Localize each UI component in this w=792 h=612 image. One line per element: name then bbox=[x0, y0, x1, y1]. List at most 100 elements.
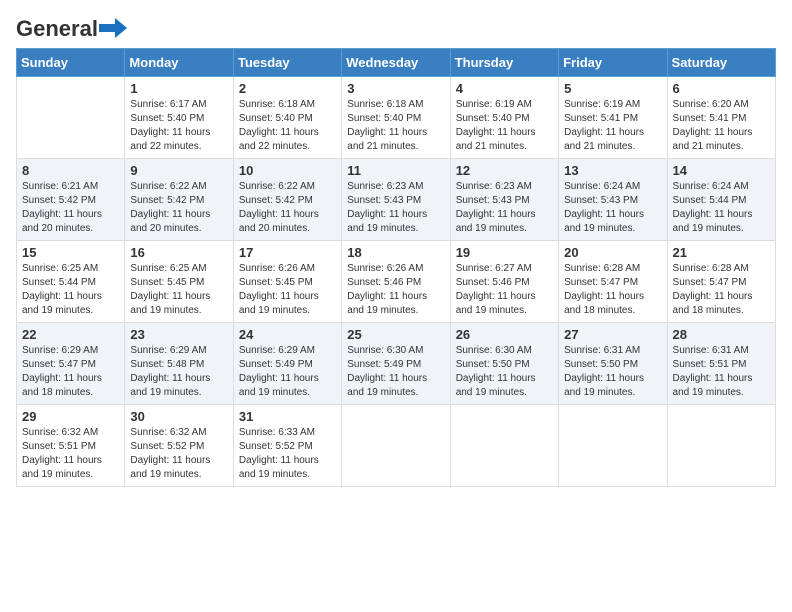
day-info: Sunrise: 6:29 AM Sunset: 5:49 PM Dayligh… bbox=[239, 344, 336, 400]
calendar-cell: 6 Sunrise: 6:20 AM Sunset: 5:41 PM Dayli… bbox=[667, 77, 775, 159]
calendar-cell: 16 Sunrise: 6:25 AM Sunset: 5:45 PM Dayl… bbox=[125, 241, 233, 323]
day-number: 10 bbox=[239, 163, 336, 178]
day-number: 25 bbox=[347, 327, 444, 342]
calendar-cell: 15 Sunrise: 6:25 AM Sunset: 5:44 PM Dayl… bbox=[17, 241, 125, 323]
day-number: 3 bbox=[347, 81, 444, 96]
day-info: Sunrise: 6:31 AM Sunset: 5:50 PM Dayligh… bbox=[564, 344, 661, 400]
calendar-header-row: SundayMondayTuesdayWednesdayThursdayFrid… bbox=[17, 49, 776, 77]
day-number: 5 bbox=[564, 81, 661, 96]
calendar-cell bbox=[559, 405, 667, 487]
day-info: Sunrise: 6:27 AM Sunset: 5:46 PM Dayligh… bbox=[456, 262, 553, 318]
calendar-cell: 1 Sunrise: 6:17 AM Sunset: 5:40 PM Dayli… bbox=[125, 77, 233, 159]
day-number: 24 bbox=[239, 327, 336, 342]
day-number: 21 bbox=[673, 245, 770, 260]
day-number: 14 bbox=[673, 163, 770, 178]
calendar-cell: 2 Sunrise: 6:18 AM Sunset: 5:40 PM Dayli… bbox=[233, 77, 341, 159]
day-number: 13 bbox=[564, 163, 661, 178]
day-number: 30 bbox=[130, 409, 227, 424]
calendar-cell: 30 Sunrise: 6:32 AM Sunset: 5:52 PM Dayl… bbox=[125, 405, 233, 487]
calendar-cell: 8 Sunrise: 6:21 AM Sunset: 5:42 PM Dayli… bbox=[17, 159, 125, 241]
calendar-cell: 17 Sunrise: 6:26 AM Sunset: 5:45 PM Dayl… bbox=[233, 241, 341, 323]
day-info: Sunrise: 6:30 AM Sunset: 5:49 PM Dayligh… bbox=[347, 344, 444, 400]
day-info: Sunrise: 6:29 AM Sunset: 5:48 PM Dayligh… bbox=[130, 344, 227, 400]
day-info: Sunrise: 6:29 AM Sunset: 5:47 PM Dayligh… bbox=[22, 344, 119, 400]
calendar-cell: 27 Sunrise: 6:31 AM Sunset: 5:50 PM Dayl… bbox=[559, 323, 667, 405]
calendar-cell: 24 Sunrise: 6:29 AM Sunset: 5:49 PM Dayl… bbox=[233, 323, 341, 405]
calendar-week-row: 22 Sunrise: 6:29 AM Sunset: 5:47 PM Dayl… bbox=[17, 323, 776, 405]
day-number: 23 bbox=[130, 327, 227, 342]
day-number: 20 bbox=[564, 245, 661, 260]
day-info: Sunrise: 6:25 AM Sunset: 5:44 PM Dayligh… bbox=[22, 262, 119, 318]
day-info: Sunrise: 6:24 AM Sunset: 5:44 PM Dayligh… bbox=[673, 180, 770, 236]
calendar-cell: 3 Sunrise: 6:18 AM Sunset: 5:40 PM Dayli… bbox=[342, 77, 450, 159]
day-of-week-header: Wednesday bbox=[342, 49, 450, 77]
day-info: Sunrise: 6:22 AM Sunset: 5:42 PM Dayligh… bbox=[239, 180, 336, 236]
calendar-cell: 19 Sunrise: 6:27 AM Sunset: 5:46 PM Dayl… bbox=[450, 241, 558, 323]
day-number: 27 bbox=[564, 327, 661, 342]
calendar-cell bbox=[667, 405, 775, 487]
day-number: 8 bbox=[22, 163, 119, 178]
logo-arrow-icon bbox=[99, 18, 127, 38]
calendar-cell: 23 Sunrise: 6:29 AM Sunset: 5:48 PM Dayl… bbox=[125, 323, 233, 405]
calendar-cell: 26 Sunrise: 6:30 AM Sunset: 5:50 PM Dayl… bbox=[450, 323, 558, 405]
day-info: Sunrise: 6:23 AM Sunset: 5:43 PM Dayligh… bbox=[347, 180, 444, 236]
day-of-week-header: Monday bbox=[125, 49, 233, 77]
calendar-cell: 22 Sunrise: 6:29 AM Sunset: 5:47 PM Dayl… bbox=[17, 323, 125, 405]
calendar-week-row: 29 Sunrise: 6:32 AM Sunset: 5:51 PM Dayl… bbox=[17, 405, 776, 487]
calendar-cell bbox=[450, 405, 558, 487]
day-info: Sunrise: 6:28 AM Sunset: 5:47 PM Dayligh… bbox=[564, 262, 661, 318]
day-info: Sunrise: 6:18 AM Sunset: 5:40 PM Dayligh… bbox=[239, 98, 336, 154]
day-info: Sunrise: 6:18 AM Sunset: 5:40 PM Dayligh… bbox=[347, 98, 444, 154]
calendar-cell: 12 Sunrise: 6:23 AM Sunset: 5:43 PM Dayl… bbox=[450, 159, 558, 241]
day-info: Sunrise: 6:24 AM Sunset: 5:43 PM Dayligh… bbox=[564, 180, 661, 236]
calendar-week-row: 1 Sunrise: 6:17 AM Sunset: 5:40 PM Dayli… bbox=[17, 77, 776, 159]
day-number: 19 bbox=[456, 245, 553, 260]
day-info: Sunrise: 6:33 AM Sunset: 5:52 PM Dayligh… bbox=[239, 426, 336, 482]
calendar-week-row: 8 Sunrise: 6:21 AM Sunset: 5:42 PM Dayli… bbox=[17, 159, 776, 241]
calendar-cell: 13 Sunrise: 6:24 AM Sunset: 5:43 PM Dayl… bbox=[559, 159, 667, 241]
calendar-cell: 5 Sunrise: 6:19 AM Sunset: 5:41 PM Dayli… bbox=[559, 77, 667, 159]
day-number: 6 bbox=[673, 81, 770, 96]
calendar-cell: 11 Sunrise: 6:23 AM Sunset: 5:43 PM Dayl… bbox=[342, 159, 450, 241]
calendar-week-row: 15 Sunrise: 6:25 AM Sunset: 5:44 PM Dayl… bbox=[17, 241, 776, 323]
calendar-cell: 20 Sunrise: 6:28 AM Sunset: 5:47 PM Dayl… bbox=[559, 241, 667, 323]
calendar-cell: 18 Sunrise: 6:26 AM Sunset: 5:46 PM Dayl… bbox=[342, 241, 450, 323]
calendar-cell bbox=[17, 77, 125, 159]
day-info: Sunrise: 6:32 AM Sunset: 5:52 PM Dayligh… bbox=[130, 426, 227, 482]
day-info: Sunrise: 6:30 AM Sunset: 5:50 PM Dayligh… bbox=[456, 344, 553, 400]
day-info: Sunrise: 6:17 AM Sunset: 5:40 PM Dayligh… bbox=[130, 98, 227, 154]
day-number: 15 bbox=[22, 245, 119, 260]
day-info: Sunrise: 6:26 AM Sunset: 5:46 PM Dayligh… bbox=[347, 262, 444, 318]
logo: General bbox=[16, 16, 127, 38]
calendar-cell: 21 Sunrise: 6:28 AM Sunset: 5:47 PM Dayl… bbox=[667, 241, 775, 323]
day-number: 31 bbox=[239, 409, 336, 424]
day-of-week-header: Saturday bbox=[667, 49, 775, 77]
day-of-week-header: Thursday bbox=[450, 49, 558, 77]
day-info: Sunrise: 6:22 AM Sunset: 5:42 PM Dayligh… bbox=[130, 180, 227, 236]
logo-general-text: General bbox=[16, 16, 98, 42]
page-header: General bbox=[16, 16, 776, 38]
day-info: Sunrise: 6:31 AM Sunset: 5:51 PM Dayligh… bbox=[673, 344, 770, 400]
day-info: Sunrise: 6:21 AM Sunset: 5:42 PM Dayligh… bbox=[22, 180, 119, 236]
day-number: 18 bbox=[347, 245, 444, 260]
day-number: 1 bbox=[130, 81, 227, 96]
calendar-cell: 31 Sunrise: 6:33 AM Sunset: 5:52 PM Dayl… bbox=[233, 405, 341, 487]
calendar-table: SundayMondayTuesdayWednesdayThursdayFrid… bbox=[16, 48, 776, 487]
day-info: Sunrise: 6:19 AM Sunset: 5:41 PM Dayligh… bbox=[564, 98, 661, 154]
calendar-cell: 29 Sunrise: 6:32 AM Sunset: 5:51 PM Dayl… bbox=[17, 405, 125, 487]
calendar-cell: 10 Sunrise: 6:22 AM Sunset: 5:42 PM Dayl… bbox=[233, 159, 341, 241]
day-number: 9 bbox=[130, 163, 227, 178]
calendar-cell: 9 Sunrise: 6:22 AM Sunset: 5:42 PM Dayli… bbox=[125, 159, 233, 241]
day-number: 16 bbox=[130, 245, 227, 260]
day-number: 28 bbox=[673, 327, 770, 342]
day-info: Sunrise: 6:26 AM Sunset: 5:45 PM Dayligh… bbox=[239, 262, 336, 318]
day-number: 26 bbox=[456, 327, 553, 342]
day-number: 22 bbox=[22, 327, 119, 342]
calendar-cell: 25 Sunrise: 6:30 AM Sunset: 5:49 PM Dayl… bbox=[342, 323, 450, 405]
day-number: 17 bbox=[239, 245, 336, 260]
day-info: Sunrise: 6:28 AM Sunset: 5:47 PM Dayligh… bbox=[673, 262, 770, 318]
calendar-cell: 14 Sunrise: 6:24 AM Sunset: 5:44 PM Dayl… bbox=[667, 159, 775, 241]
day-number: 29 bbox=[22, 409, 119, 424]
day-info: Sunrise: 6:23 AM Sunset: 5:43 PM Dayligh… bbox=[456, 180, 553, 236]
day-number: 4 bbox=[456, 81, 553, 96]
